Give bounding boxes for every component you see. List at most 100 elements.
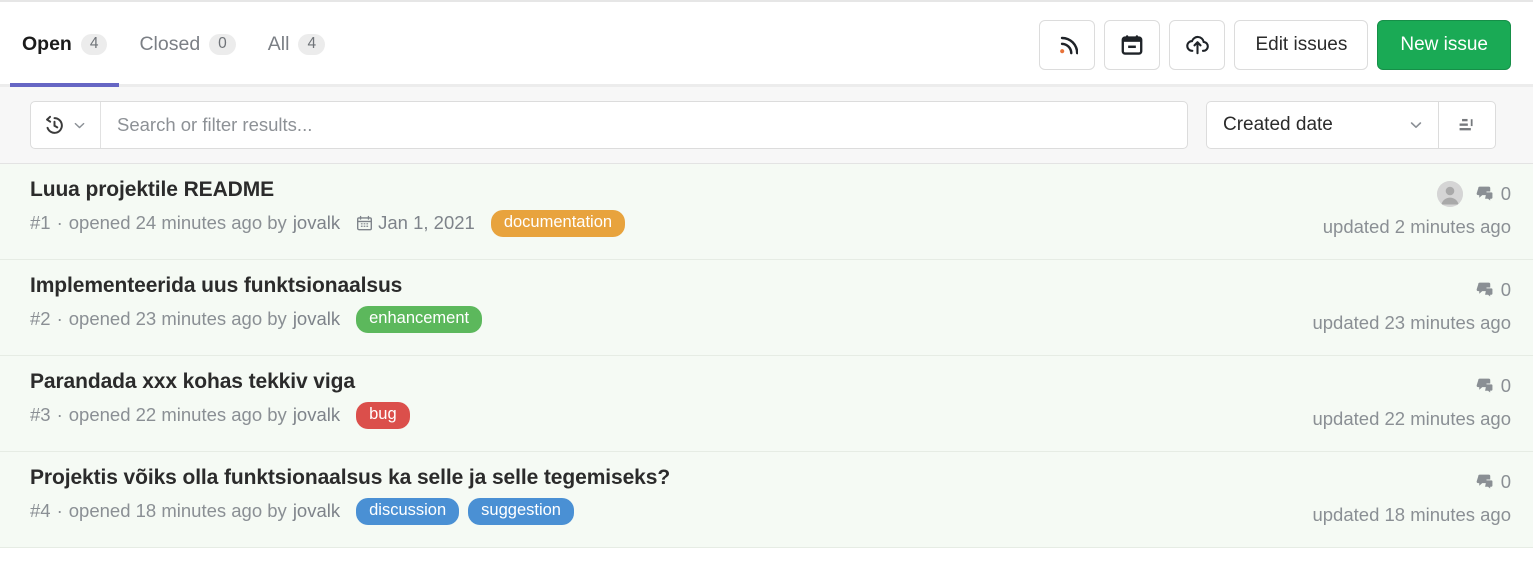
issue-updated-time: updated 23 minutes ago xyxy=(1312,312,1511,333)
sort-direction-button[interactable] xyxy=(1438,101,1496,149)
meta-separator: · xyxy=(56,500,63,522)
issue-label[interactable]: documentation xyxy=(490,210,626,237)
sort-descending-icon xyxy=(1456,114,1478,136)
comments-icon xyxy=(1475,472,1495,492)
issue-updated-time: updated 22 minutes ago xyxy=(1312,408,1511,429)
tab-count-badge: 0 xyxy=(209,34,236,55)
sort-by-dropdown[interactable]: Created date xyxy=(1206,101,1438,149)
sort-by-value: Created date xyxy=(1223,114,1333,135)
issue-meta: #1 · opened 24 minutes ago by jovalk Jan 1, … xyxy=(30,210,626,237)
issue-number: #4 xyxy=(30,500,51,522)
issue-author-link[interactable]: jovalk xyxy=(293,500,340,522)
comments-icon xyxy=(1475,184,1495,204)
issue-opened-text: opened 24 minutes ago by xyxy=(68,212,287,234)
issue-title-link[interactable]: Projektis võiks olla funktsionaalsus ka … xyxy=(30,466,670,490)
tab-count-badge: 4 xyxy=(80,34,108,55)
tab-count-badge: 4 xyxy=(298,34,326,55)
toolbar-actions: Edit issues New issue xyxy=(1039,19,1511,70)
tab-label: Closed xyxy=(139,33,201,55)
meta-separator: · xyxy=(56,404,63,426)
comment-count[interactable]: 0 xyxy=(1475,375,1511,397)
tab-all[interactable]: All 4 xyxy=(252,2,341,87)
issue-row[interactable]: Luua projektile README #1 · opened 24 minut… xyxy=(0,164,1533,260)
issue-opened-text: opened 22 minutes ago by xyxy=(68,404,287,426)
comment-count-value: 0 xyxy=(1500,183,1511,204)
edit-issues-button[interactable]: Edit issues xyxy=(1234,19,1369,70)
comments-icon xyxy=(1475,376,1495,396)
tab-open[interactable]: Open 4 xyxy=(10,2,123,87)
tab-closed[interactable]: Closed 0 xyxy=(123,2,251,87)
search-filter-container xyxy=(30,101,1188,149)
issue-number: #3 xyxy=(30,404,51,426)
issue-side-info: 0 updated 22 minutes ago xyxy=(1312,370,1511,430)
issue-label[interactable]: suggestion xyxy=(468,498,574,525)
issue-indicators: 0 xyxy=(1436,180,1511,208)
issue-label[interactable]: discussion xyxy=(356,498,460,525)
comment-count[interactable]: 0 xyxy=(1475,471,1511,493)
issue-main: Projektis võiks olla funktsionaalsus ka … xyxy=(30,466,670,525)
issue-main: Luua projektile README #1 · opened 24 minut… xyxy=(30,178,626,237)
meta-separator: · xyxy=(56,212,63,234)
chevron-down-icon xyxy=(72,118,87,133)
issue-side-info: 0 updated 2 minutes ago xyxy=(1323,178,1511,238)
issue-state-tabs: Open 4 Closed 0 All 4 xyxy=(10,2,341,87)
issue-indicators: 0 xyxy=(1475,276,1511,304)
issue-main: Parandada xxx kohas tekkiv viga #3 · opened… xyxy=(30,370,410,429)
issue-author-link[interactable]: jovalk xyxy=(293,308,340,330)
comment-count-value: 0 xyxy=(1500,375,1511,396)
issue-labels: bug xyxy=(356,402,410,429)
issue-meta: #2 · opened 23 minutes ago by jovalk enhance… xyxy=(30,306,483,333)
issue-number: #1 xyxy=(30,212,51,234)
history-icon xyxy=(44,115,65,136)
issue-author-link[interactable]: jovalk xyxy=(293,404,340,426)
export-issues-button[interactable] xyxy=(1169,19,1226,70)
issue-indicators: 0 xyxy=(1475,468,1511,496)
meta-separator: · xyxy=(56,308,63,330)
cloud-upload-icon xyxy=(1186,33,1209,56)
issue-number: #2 xyxy=(30,308,51,330)
comment-count-value: 0 xyxy=(1500,279,1511,300)
issues-toolbar: Open 4 Closed 0 All 4 Edit issues New is… xyxy=(0,2,1533,87)
issue-milestone[interactable]: Jan 1, 2021 xyxy=(356,212,475,234)
issue-label[interactable]: bug xyxy=(356,402,410,429)
issue-title-link[interactable]: Luua projektile README xyxy=(30,178,625,202)
issue-author-link[interactable]: jovalk xyxy=(293,212,340,234)
issue-label[interactable]: enhancement xyxy=(356,306,483,333)
avatar[interactable] xyxy=(1436,181,1463,207)
issue-main: Implementeerida uus funktsionaalsus #2 · op… xyxy=(30,274,483,333)
calendar-icon xyxy=(356,215,373,232)
comment-count[interactable]: 0 xyxy=(1475,183,1511,205)
issue-side-info: 0 updated 18 minutes ago xyxy=(1312,466,1511,526)
issue-title-link[interactable]: Parandada xxx kohas tekkiv viga xyxy=(30,370,410,394)
calendar-feed-button[interactable] xyxy=(1104,19,1161,70)
search-input[interactable] xyxy=(101,102,1187,148)
issues-list: Luua projektile README #1 · opened 24 minut… xyxy=(0,164,1533,548)
issue-labels: enhancement xyxy=(356,306,483,333)
comment-count[interactable]: 0 xyxy=(1475,279,1511,301)
issue-row[interactable]: Implementeerida uus funktsionaalsus #2 · op… xyxy=(0,260,1533,356)
comment-count-value: 0 xyxy=(1500,471,1511,492)
tab-label: All xyxy=(267,33,290,55)
milestone-label: Jan 1, 2021 xyxy=(378,212,475,234)
issue-title-link[interactable]: Implementeerida uus funktsionaalsus xyxy=(30,274,482,298)
issue-row[interactable]: Parandada xxx kohas tekkiv viga #3 · opened… xyxy=(0,356,1533,452)
issue-meta: #3 · opened 22 minutes ago by jovalk bug xyxy=(30,402,410,429)
recent-searches-button[interactable] xyxy=(31,102,101,148)
issue-row[interactable]: Projektis võiks olla funktsionaalsus ka … xyxy=(0,452,1533,548)
new-issue-button[interactable]: New issue xyxy=(1377,19,1511,70)
issue-updated-time: updated 2 minutes ago xyxy=(1322,216,1511,237)
tab-label: Open xyxy=(22,33,72,55)
subscribe-rss-button[interactable] xyxy=(1039,19,1096,70)
sort-controls: Created date xyxy=(1206,101,1496,149)
comments-icon xyxy=(1475,280,1495,300)
issue-opened-text: opened 23 minutes ago by xyxy=(68,308,287,330)
filter-bar: Created date xyxy=(0,87,1533,164)
issue-indicators: 0 xyxy=(1475,372,1511,400)
issue-opened-text: opened 18 minutes ago by xyxy=(68,500,287,522)
issue-side-info: 0 updated 23 minutes ago xyxy=(1312,274,1511,334)
issue-labels: discussion suggestion xyxy=(356,498,574,525)
calendar-icon xyxy=(1121,34,1143,56)
issue-labels: documentation xyxy=(490,210,626,237)
issues-page: Open 4 Closed 0 All 4 Edit issues New is… xyxy=(0,0,1533,583)
issue-updated-time: updated 18 minutes ago xyxy=(1312,504,1511,525)
